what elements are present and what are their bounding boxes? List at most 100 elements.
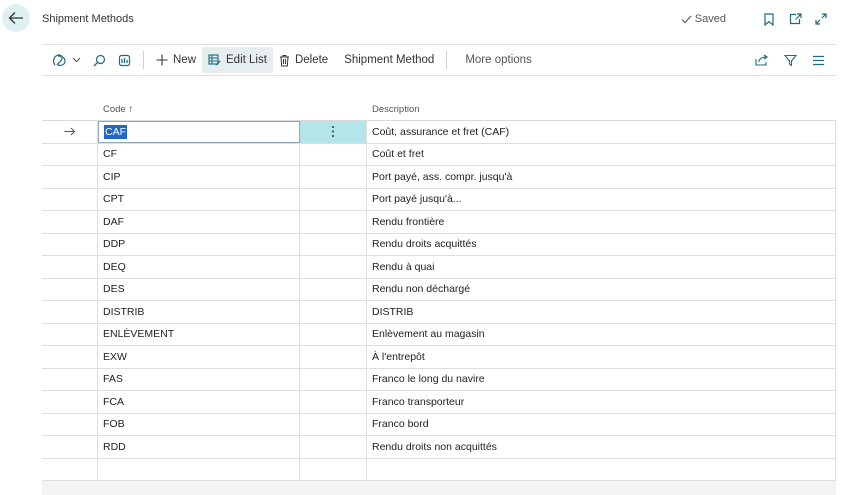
description-cell[interactable]: Franco le long du navire: [367, 368, 836, 390]
empty-new-row[interactable]: [42, 458, 836, 481]
row-selector[interactable]: [42, 391, 98, 413]
bookmark-button[interactable]: [756, 8, 782, 30]
code-cell[interactable]: DES: [98, 278, 300, 300]
row-actions-cell[interactable]: [300, 301, 367, 323]
row-selector[interactable]: [42, 256, 98, 278]
description-cell[interactable]: Franco transporteur: [367, 391, 836, 413]
row-actions-cell[interactable]: [300, 323, 367, 345]
description-cell[interactable]: Rendu frontière: [367, 211, 836, 233]
row-selector[interactable]: [42, 346, 98, 368]
row-actions-cell[interactable]: [300, 458, 367, 480]
row-selector[interactable]: [42, 121, 98, 143]
row-actions-cell[interactable]: [300, 413, 367, 435]
code-cell[interactable]: DAF: [98, 211, 300, 233]
row-selector[interactable]: [42, 413, 98, 435]
table-row[interactable]: CPT Port payé jusqu'à...: [42, 188, 836, 211]
description-cell[interactable]: Port payé, ass. compr. jusqu'à: [367, 166, 836, 188]
table-row[interactable]: CIP Port payé, ass. compr. jusqu'à: [42, 166, 836, 189]
code-cell[interactable]: CAF: [98, 121, 300, 143]
row-selector[interactable]: [42, 301, 98, 323]
table-row[interactable]: FAS Franco le long du navire: [42, 368, 836, 391]
filter-button[interactable]: [776, 49, 804, 71]
list-icon: [812, 55, 824, 65]
row-selector[interactable]: [42, 188, 98, 210]
description-cell[interactable]: À l'entrepôt: [367, 346, 836, 368]
code-cell[interactable]: FCA: [98, 391, 300, 413]
row-selector[interactable]: [42, 278, 98, 300]
code-cell[interactable]: DISTRIB: [98, 301, 300, 323]
table-row[interactable]: CF Coût et fret: [42, 143, 836, 166]
delete-button[interactable]: Delete: [273, 47, 334, 73]
row-actions-cell[interactable]: [300, 211, 367, 233]
search-button[interactable]: [87, 47, 112, 73]
code-cell[interactable]: DDP: [98, 233, 300, 255]
table-row[interactable]: FCA Franco transporteur: [42, 391, 836, 414]
row-actions-cell[interactable]: [300, 233, 367, 255]
row-actions-cell[interactable]: [300, 346, 367, 368]
row-actions-cell[interactable]: [300, 368, 367, 390]
code-cell[interactable]: CF: [98, 143, 300, 165]
row-selector[interactable]: [42, 323, 98, 345]
share-button[interactable]: [748, 49, 776, 71]
description-cell[interactable]: Coût et fret: [367, 143, 836, 165]
row-selector[interactable]: [42, 436, 98, 458]
back-button[interactable]: [2, 4, 30, 32]
more-options-button[interactable]: More options: [459, 47, 537, 73]
list-view-button[interactable]: [804, 49, 832, 71]
edit-list-button[interactable]: Edit List: [202, 47, 273, 73]
column-header-code[interactable]: Code ↑: [98, 104, 300, 115]
description-cell[interactable]: Coût, assurance et fret (CAF): [367, 121, 836, 143]
description-cell[interactable]: Rendu non déchargé: [367, 278, 836, 300]
table-row[interactable]: CAF Coût, assurance et fret (CAF): [42, 121, 836, 144]
code-cell[interactable]: CIP: [98, 166, 300, 188]
row-actions-cell[interactable]: [300, 436, 367, 458]
code-cell[interactable]: EXW: [98, 346, 300, 368]
table-row[interactable]: DDP Rendu droits acquittés: [42, 233, 836, 256]
table-row[interactable]: DAF Rendu frontière: [42, 211, 836, 234]
search-icon: [93, 54, 106, 66]
row-actions-cell[interactable]: [300, 188, 367, 210]
row-actions-cell[interactable]: [300, 256, 367, 278]
row-selector[interactable]: [42, 143, 98, 165]
code-cell[interactable]: FAS: [98, 368, 300, 390]
table-row[interactable]: RDD Rendu droits non acquittés: [42, 436, 836, 459]
row-selector[interactable]: [42, 233, 98, 255]
table-row[interactable]: ENLÈVEMENT Enlèvement au magasin: [42, 323, 836, 346]
description-cell[interactable]: Franco bord: [367, 413, 836, 435]
row-selector[interactable]: [42, 211, 98, 233]
description-cell[interactable]: [367, 458, 836, 480]
description-cell[interactable]: Rendu droits non acquittés: [367, 436, 836, 458]
description-cell[interactable]: Rendu droits acquittés: [367, 233, 836, 255]
table-row[interactable]: DEQ Rendu à quai: [42, 256, 836, 279]
table-row[interactable]: DES Rendu non déchargé: [42, 278, 836, 301]
code-cell[interactable]: CPT: [98, 188, 300, 210]
description-cell[interactable]: Enlèvement au magasin: [367, 323, 836, 345]
row-actions-cell[interactable]: [300, 391, 367, 413]
code-cell[interactable]: RDD: [98, 436, 300, 458]
description-cell[interactable]: Rendu à quai: [367, 256, 836, 278]
description-cell[interactable]: Port payé jusqu'à...: [367, 188, 836, 210]
filter-icon: [783, 54, 797, 67]
row-selector[interactable]: [42, 458, 98, 480]
expand-button[interactable]: [808, 8, 834, 30]
code-cell[interactable]: ENLÈVEMENT: [98, 323, 300, 345]
row-selector[interactable]: [42, 166, 98, 188]
analyze-button[interactable]: [112, 47, 137, 73]
description-cell[interactable]: DISTRIB: [367, 301, 836, 323]
table-row[interactable]: DISTRIB DISTRIB: [42, 301, 836, 324]
column-header-description[interactable]: Description: [367, 104, 836, 115]
code-cell[interactable]: FOB: [98, 413, 300, 435]
table-row[interactable]: EXW À l'entrepôt: [42, 346, 836, 369]
copilot-dropdown-button[interactable]: [42, 47, 87, 73]
table-row[interactable]: FOB Franco bord: [42, 413, 836, 436]
code-cell[interactable]: [98, 458, 300, 480]
row-selector[interactable]: [42, 368, 98, 390]
new-button[interactable]: New: [150, 47, 202, 73]
row-actions-cell[interactable]: [300, 278, 367, 300]
open-new-window-button[interactable]: [782, 8, 808, 30]
row-actions-cell[interactable]: [300, 166, 367, 188]
shipment-method-menu-button[interactable]: Shipment Method: [338, 47, 440, 73]
code-cell[interactable]: DEQ: [98, 256, 300, 278]
row-actions-cell[interactable]: [300, 143, 367, 165]
row-actions-button[interactable]: [300, 121, 367, 143]
